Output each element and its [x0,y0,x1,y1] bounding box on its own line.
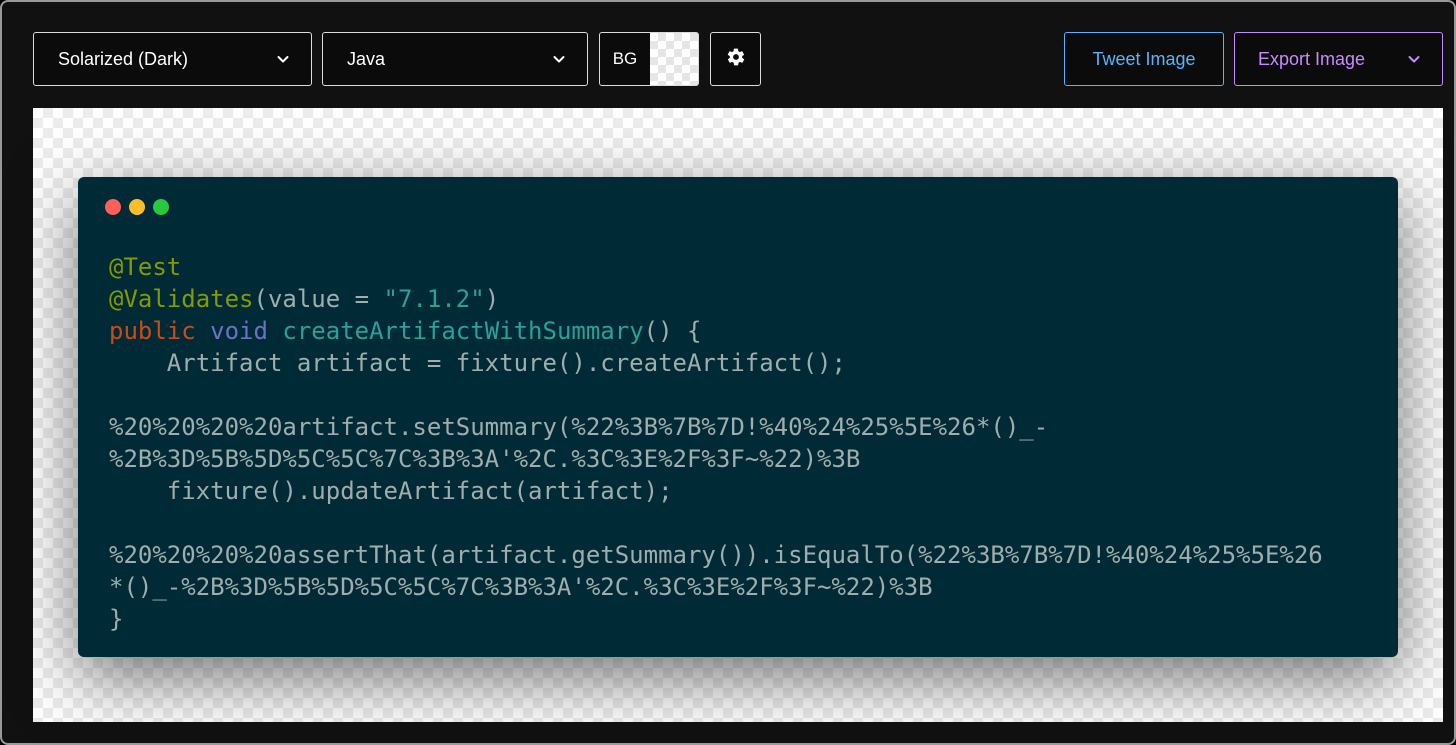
code-token: fixture().updateArtifact(artifact); [109,477,673,505]
export-image-button[interactable]: Export Image [1234,32,1443,86]
app-frame: Solarized (Dark) Java BG Tweet Image Exp… [0,0,1456,745]
code-line: %2B%3D%5B%5D%5C%5C%7C%3B%3A'%2C.%3C%3E%2… [109,443,1323,475]
window-controls [105,199,177,215]
gear-icon [726,47,746,72]
bg-swatch[interactable] [650,33,698,85]
code-token: Artifact artifact = fixture().createArti… [109,349,846,377]
maximize-dot [153,199,169,215]
code-token: %20%20%20%20artifact.setSummary(%22%3B%7… [109,413,1049,441]
code-line: @Test [109,251,1323,283]
code-line: *()_-%2B%3D%5B%5D%5C%5C%7C%3B%3A'%2C.%3C… [109,571,1323,603]
language-select-value: Java [347,48,386,69]
code-token: } [109,605,124,633]
code-token: @Test [109,253,182,281]
code-token: %2B%3D%5B%5D%5C%5C%7C%3B%3A'%2C.%3C%3E%2… [109,445,861,473]
code-line: Artifact artifact = fixture().createArti… [109,347,1323,379]
code-token: %20%20%20%20assertThat(artifact.getSumma… [109,541,1323,569]
code-token: "7.1.2" [383,285,485,313]
code-line: @Validates(value = "7.1.2") [109,283,1323,315]
tweet-image-label: Tweet Image [1092,48,1196,69]
theme-select[interactable]: Solarized (Dark) [33,32,312,86]
code-line: %20%20%20%20artifact.setSummary(%22%3B%7… [109,411,1323,443]
code-token: createArtifactWithSummary [282,317,644,345]
code-token: void [210,317,268,345]
chevron-down-icon [275,51,291,67]
code-token: (value = [253,285,384,313]
code-line: fixture().updateArtifact(artifact); [109,475,1323,507]
settings-button[interactable] [710,32,761,86]
code-token: ) [484,285,500,313]
minimize-dot [129,199,145,215]
bg-label: BG [612,49,638,68]
code-token: @Validates [109,285,254,313]
theme-select-value: Solarized (Dark) [58,48,189,69]
code-line: public void createArtifactWithSummary() … [109,315,1323,347]
close-dot [105,199,121,215]
code-window: @Test @Validates(value = "7.1.2") public v… [78,177,1398,657]
image-canvas: @Test @Validates(value = "7.1.2") public v… [33,108,1443,722]
tweet-image-button[interactable]: Tweet Image [1064,32,1224,86]
code-line: %20%20%20%20assertThat(artifact.getSumma… [109,539,1323,571]
code-token: () { [643,317,702,345]
language-select[interactable]: Java [322,32,588,86]
chevron-down-icon[interactable] [1406,51,1422,67]
code-line: } [109,603,1323,635]
code-token: public [109,317,196,345]
background-color-picker[interactable]: BG [599,32,699,86]
export-image-label: Export Image [1258,48,1366,69]
code-editor[interactable]: @Test @Validates(value = "7.1.2") public v… [109,251,1323,635]
toolbar: Solarized (Dark) Java BG Tweet Image Exp… [2,2,1454,102]
chevron-down-icon [551,51,567,67]
code-token: *()_-%2B%3D%5B%5D%5C%5C%7C%3B%3A'%2C.%3C… [109,573,933,601]
